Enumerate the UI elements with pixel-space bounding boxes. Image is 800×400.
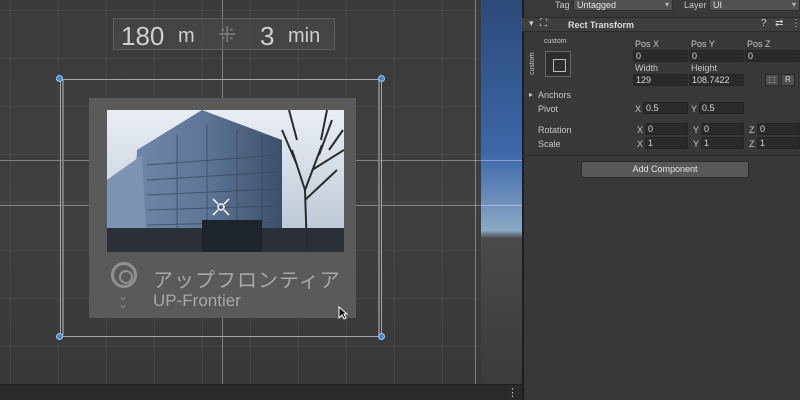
- pos-x-field[interactable]: 0: [633, 50, 688, 62]
- scale-y-field[interactable]: 1: [701, 137, 744, 149]
- anchor-preset-label: custom: [544, 38, 567, 45]
- skybox-strip: [481, 0, 522, 384]
- pivot-y-label: Y: [691, 104, 698, 114]
- scale-x-label: X: [637, 139, 644, 149]
- pivot-y-field[interactable]: 0.5: [699, 102, 744, 114]
- tag-dropdown-value: Untagged: [577, 0, 617, 10]
- scale-z-label: Z: [749, 139, 755, 149]
- rotation-y-label: Y: [693, 125, 700, 135]
- width-field[interactable]: 129: [633, 74, 688, 86]
- timer-unit-primary: m: [178, 25, 195, 47]
- more-options-icon[interactable]: ⋮: [507, 386, 518, 400]
- rotation-y-field[interactable]: 0: [701, 123, 744, 135]
- component-title: Rect Transform: [568, 20, 635, 30]
- rotation-z-field[interactable]: 0: [757, 123, 800, 135]
- rotation-x-field[interactable]: 0: [645, 123, 688, 135]
- canvas-guide-vertical: [475, 0, 476, 384]
- timer-value-secondary: 3: [260, 21, 275, 51]
- pivot-gizmo-icon[interactable]: [211, 197, 231, 217]
- layer-dropdown[interactable]: UI: [709, 0, 800, 11]
- pos-y-field[interactable]: 0: [689, 50, 744, 62]
- rect-transform-icon: ⛶: [540, 18, 547, 29]
- preset-icon[interactable]: ⇄: [775, 18, 783, 29]
- timer-unit-secondary: min: [288, 25, 321, 47]
- layer-dropdown-value: UI: [713, 0, 722, 10]
- pivot-x-label: X: [635, 104, 642, 114]
- component-divider: [522, 155, 800, 156]
- scene-bottom-bar: ⋮: [0, 384, 522, 400]
- anchors-foldout-icon[interactable]: ▸: [529, 90, 533, 99]
- height-field[interactable]: 108.7422: [689, 74, 744, 86]
- scale-x-field[interactable]: 1: [645, 137, 688, 149]
- tag-dropdown[interactable]: Untagged: [573, 0, 673, 11]
- help-icon[interactable]: ?: [761, 18, 767, 29]
- scale-z-field[interactable]: 1: [757, 137, 800, 149]
- resize-handle-bottom-right[interactable]: [378, 333, 385, 340]
- pos-x-label: Pos X: [635, 39, 660, 49]
- rotation-z-label: Z: [749, 125, 755, 135]
- timer-display: 180 m ⁜ 3 min: [113, 18, 335, 51]
- height-label: Height: [691, 63, 718, 73]
- timer-separator-icon: ⁜: [218, 22, 237, 47]
- pos-y-label: Pos Y: [691, 39, 715, 49]
- anchors-label[interactable]: Anchors: [538, 90, 571, 100]
- resize-handle-top-left[interactable]: [56, 75, 63, 82]
- component-menu-icon[interactable]: ⋮: [791, 18, 800, 29]
- tag-label: Tag: [555, 0, 570, 10]
- blueprint-mode-button[interactable]: ⬚: [765, 74, 779, 86]
- pos-z-label: Pos Z: [747, 39, 771, 49]
- add-component-button[interactable]: Add Component: [581, 161, 749, 178]
- pivot-label: Pivot: [538, 104, 559, 114]
- rect-transform-header[interactable]: [522, 17, 800, 32]
- mouse-cursor-icon: [338, 306, 348, 320]
- scale-label: Scale: [538, 139, 561, 149]
- timer-value-primary: 180: [121, 21, 165, 51]
- pivot-x-field[interactable]: 0.5: [643, 102, 688, 114]
- pos-z-field[interactable]: 0: [745, 50, 800, 62]
- width-label: Width: [635, 63, 659, 73]
- layer-label: Layer: [684, 0, 707, 10]
- raw-edit-button[interactable]: R: [781, 74, 795, 86]
- rotation-x-label: X: [637, 125, 644, 135]
- anchor-preset-vertical-label: custom: [529, 52, 536, 75]
- rotation-label: Rotation: [538, 125, 572, 135]
- anchor-presets-button[interactable]: [545, 51, 571, 77]
- foldout-arrow-icon[interactable]: ▾: [529, 18, 534, 29]
- resize-handle-top-right[interactable]: [378, 75, 385, 82]
- resize-handle-bottom-left[interactable]: [56, 333, 63, 340]
- scene-view[interactable]: 180 m ⁜ 3 min ⌄ ⌄ アップフロンティア UP-Frontier …: [0, 0, 522, 400]
- scale-y-label: Y: [693, 139, 700, 149]
